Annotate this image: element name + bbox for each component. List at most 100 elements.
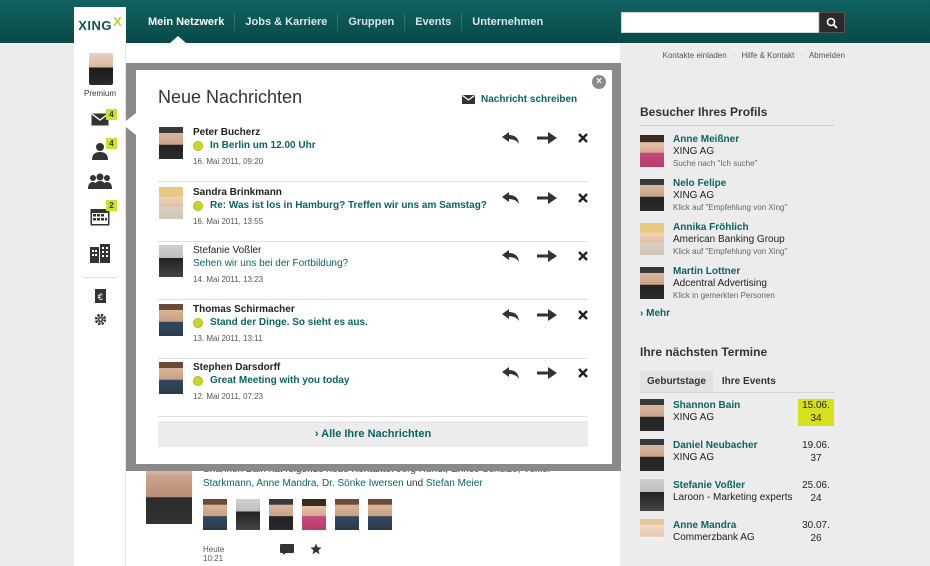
reply-button[interactable] [500, 131, 522, 145]
message-subject[interactable]: In Berlin um 12.00 Uhr [193, 140, 316, 151]
contact-thumbnail[interactable] [335, 499, 359, 530]
event-item[interactable]: Shannon Bain XING AG 15.06. 34 [640, 397, 834, 437]
message-row[interactable]: Peter Bucherz In Berlin um 12.00 Uhr 16.… [158, 124, 588, 182]
forward-button[interactable] [536, 249, 558, 263]
delete-button[interactable] [572, 366, 594, 380]
visitor-item[interactable]: Nelo Felipe XING AG Klick auf "Empfehlun… [640, 174, 834, 218]
sender-avatar[interactable] [159, 187, 183, 219]
comment-icon[interactable] [280, 544, 294, 555]
sender-name[interactable]: Thomas Schirmacher [193, 304, 295, 315]
network-nav[interactable] [88, 171, 112, 191]
message-row[interactable]: Sandra Brinkmann Re: Was ist los in Hamb… [158, 184, 588, 242]
delete-button[interactable] [572, 249, 594, 263]
message-subject[interactable]: Stand der Dinge. So sieht es aus. [193, 317, 368, 328]
message-subject[interactable]: Re: Was ist los in Hamburg? Treffen wir … [193, 200, 487, 211]
reply-button[interactable] [500, 191, 522, 205]
reply-button[interactable] [500, 249, 522, 263]
activity-avatar[interactable] [146, 464, 192, 524]
star-icon[interactable] [310, 543, 322, 555]
delete-button[interactable] [572, 131, 594, 145]
message-row[interactable]: Thomas Schirmacher Stand der Dinge. So s… [158, 301, 588, 359]
nav-events[interactable]: Events [404, 12, 461, 31]
delete-button[interactable] [572, 191, 594, 205]
nav-jobs-karriere[interactable]: Jobs & Karriere [234, 12, 337, 31]
contact-thumbnail[interactable] [203, 499, 227, 530]
delete-button[interactable] [572, 308, 594, 322]
event-date: 30.07. [802, 520, 830, 531]
contact-thumbnail[interactable] [236, 499, 260, 530]
nav-gruppen[interactable]: Gruppen [337, 12, 404, 31]
activity-contact-link[interactable]: Stefan Meier [426, 478, 483, 489]
sender-avatar[interactable] [159, 245, 183, 277]
sender-name[interactable]: Stefanie Voßler [193, 245, 261, 256]
event-name[interactable]: Stefanie Voßler [673, 480, 745, 491]
event-name[interactable]: Shannon Bain [673, 400, 740, 411]
sender-name[interactable]: Sandra Brinkmann [193, 187, 282, 198]
forward-icon [537, 132, 557, 144]
forward-button[interactable] [536, 308, 558, 322]
visitor-avatar[interactable] [640, 267, 664, 299]
reply-button[interactable] [500, 366, 522, 380]
event-item[interactable]: Anne Mandra Commerzbank AG 30.07. 26 [640, 517, 834, 557]
event-item[interactable]: Daniel Neubacher XING AG 19.06. 37 [640, 437, 834, 477]
contact-thumbnail[interactable] [368, 499, 392, 530]
sender-name[interactable]: Stephen Darsdorff [193, 362, 280, 373]
compose-message-button[interactable]: Nachricht schreiben [462, 94, 577, 105]
forward-button[interactable] [536, 131, 558, 145]
subject-text: Sehen wir uns bei der Fortbildung? [193, 258, 349, 269]
separator: · [732, 51, 736, 60]
reply-button[interactable] [500, 308, 522, 322]
compose-label: Nachricht schreiben [481, 94, 578, 105]
more-visitors-link[interactable]: › Mehr [640, 308, 834, 319]
event-name[interactable]: Anne Mandra [673, 520, 736, 531]
my-avatar[interactable] [89, 53, 113, 85]
group-icon [88, 173, 112, 189]
xing-logo[interactable]: XING X [74, 7, 126, 43]
message-subject[interactable]: Great Meeting with you today [193, 375, 349, 386]
help-contact-link[interactable]: Hilfe & Kontakt [741, 51, 794, 60]
visitor-item[interactable]: Anne Meißner XING AG Suche nach "Ich suc… [640, 130, 834, 174]
visitor-name[interactable]: Nelo Felipe [673, 178, 726, 189]
close-icon [578, 368, 588, 378]
event-avatar[interactable] [640, 479, 664, 511]
events-tabs: Geburtstage Ihre Events [640, 371, 834, 392]
message-row[interactable]: Stefanie Voßler Sehen wir uns bei der Fo… [158, 242, 588, 300]
sender-avatar[interactable] [159, 127, 183, 159]
sender-name[interactable]: Peter Bucherz [193, 127, 260, 138]
visitor-avatar[interactable] [640, 179, 664, 211]
logout-link[interactable]: Abmelden [809, 51, 845, 60]
forward-button[interactable] [536, 191, 558, 205]
tab-my-events[interactable]: Ihre Events [715, 371, 783, 392]
event-avatar[interactable] [640, 399, 664, 431]
message-row[interactable]: Stephen Darsdorff Great Meeting with you… [158, 359, 588, 417]
companies-nav[interactable] [88, 243, 112, 263]
search-button[interactable] [819, 12, 845, 33]
visitor-name[interactable]: Martin Lottner [673, 266, 740, 277]
event-name[interactable]: Daniel Neubacher [673, 440, 757, 451]
search-input[interactable] [621, 12, 819, 33]
sender-avatar[interactable] [159, 362, 183, 394]
invite-contacts-link[interactable]: Kontakte einladen [663, 51, 727, 60]
contact-thumbnail[interactable] [302, 499, 326, 530]
close-popup-button[interactable]: × [592, 75, 606, 89]
sender-avatar[interactable] [159, 304, 183, 336]
event-avatar[interactable] [640, 519, 664, 551]
settings-nav[interactable] [88, 309, 112, 329]
visitor-avatar[interactable] [640, 223, 664, 255]
all-messages-button[interactable]: › Alle Ihre Nachrichten [158, 421, 588, 447]
visitor-name[interactable]: Annika Fröhlich [673, 222, 749, 233]
nav-unternehmen[interactable]: Unternehmen [461, 12, 553, 31]
nav-mein-netzwerk[interactable]: Mein Netzwerk [138, 13, 234, 31]
event-avatar[interactable] [640, 439, 664, 471]
utility-links: Kontakte einladen · Hilfe & Kontakt · Ab… [663, 51, 845, 60]
visitor-item[interactable]: Annika Fröhlich American Banking Group K… [640, 218, 834, 262]
forward-button[interactable] [536, 366, 558, 380]
visitor-name[interactable]: Anne Meißner [673, 134, 739, 145]
billing-nav[interactable]: € [88, 286, 112, 306]
contact-thumbnail[interactable] [269, 499, 293, 530]
visitor-avatar[interactable] [640, 135, 664, 167]
event-item[interactable]: Stefanie Voßler Laroon - Marketing exper… [640, 477, 834, 517]
message-subject[interactable]: Sehen wir uns bei der Fortbildung? [193, 258, 348, 269]
tab-birthdays[interactable]: Geburtstage [640, 371, 713, 392]
visitor-item[interactable]: Martin Lottner Adcentral Advertising Kli… [640, 262, 834, 306]
